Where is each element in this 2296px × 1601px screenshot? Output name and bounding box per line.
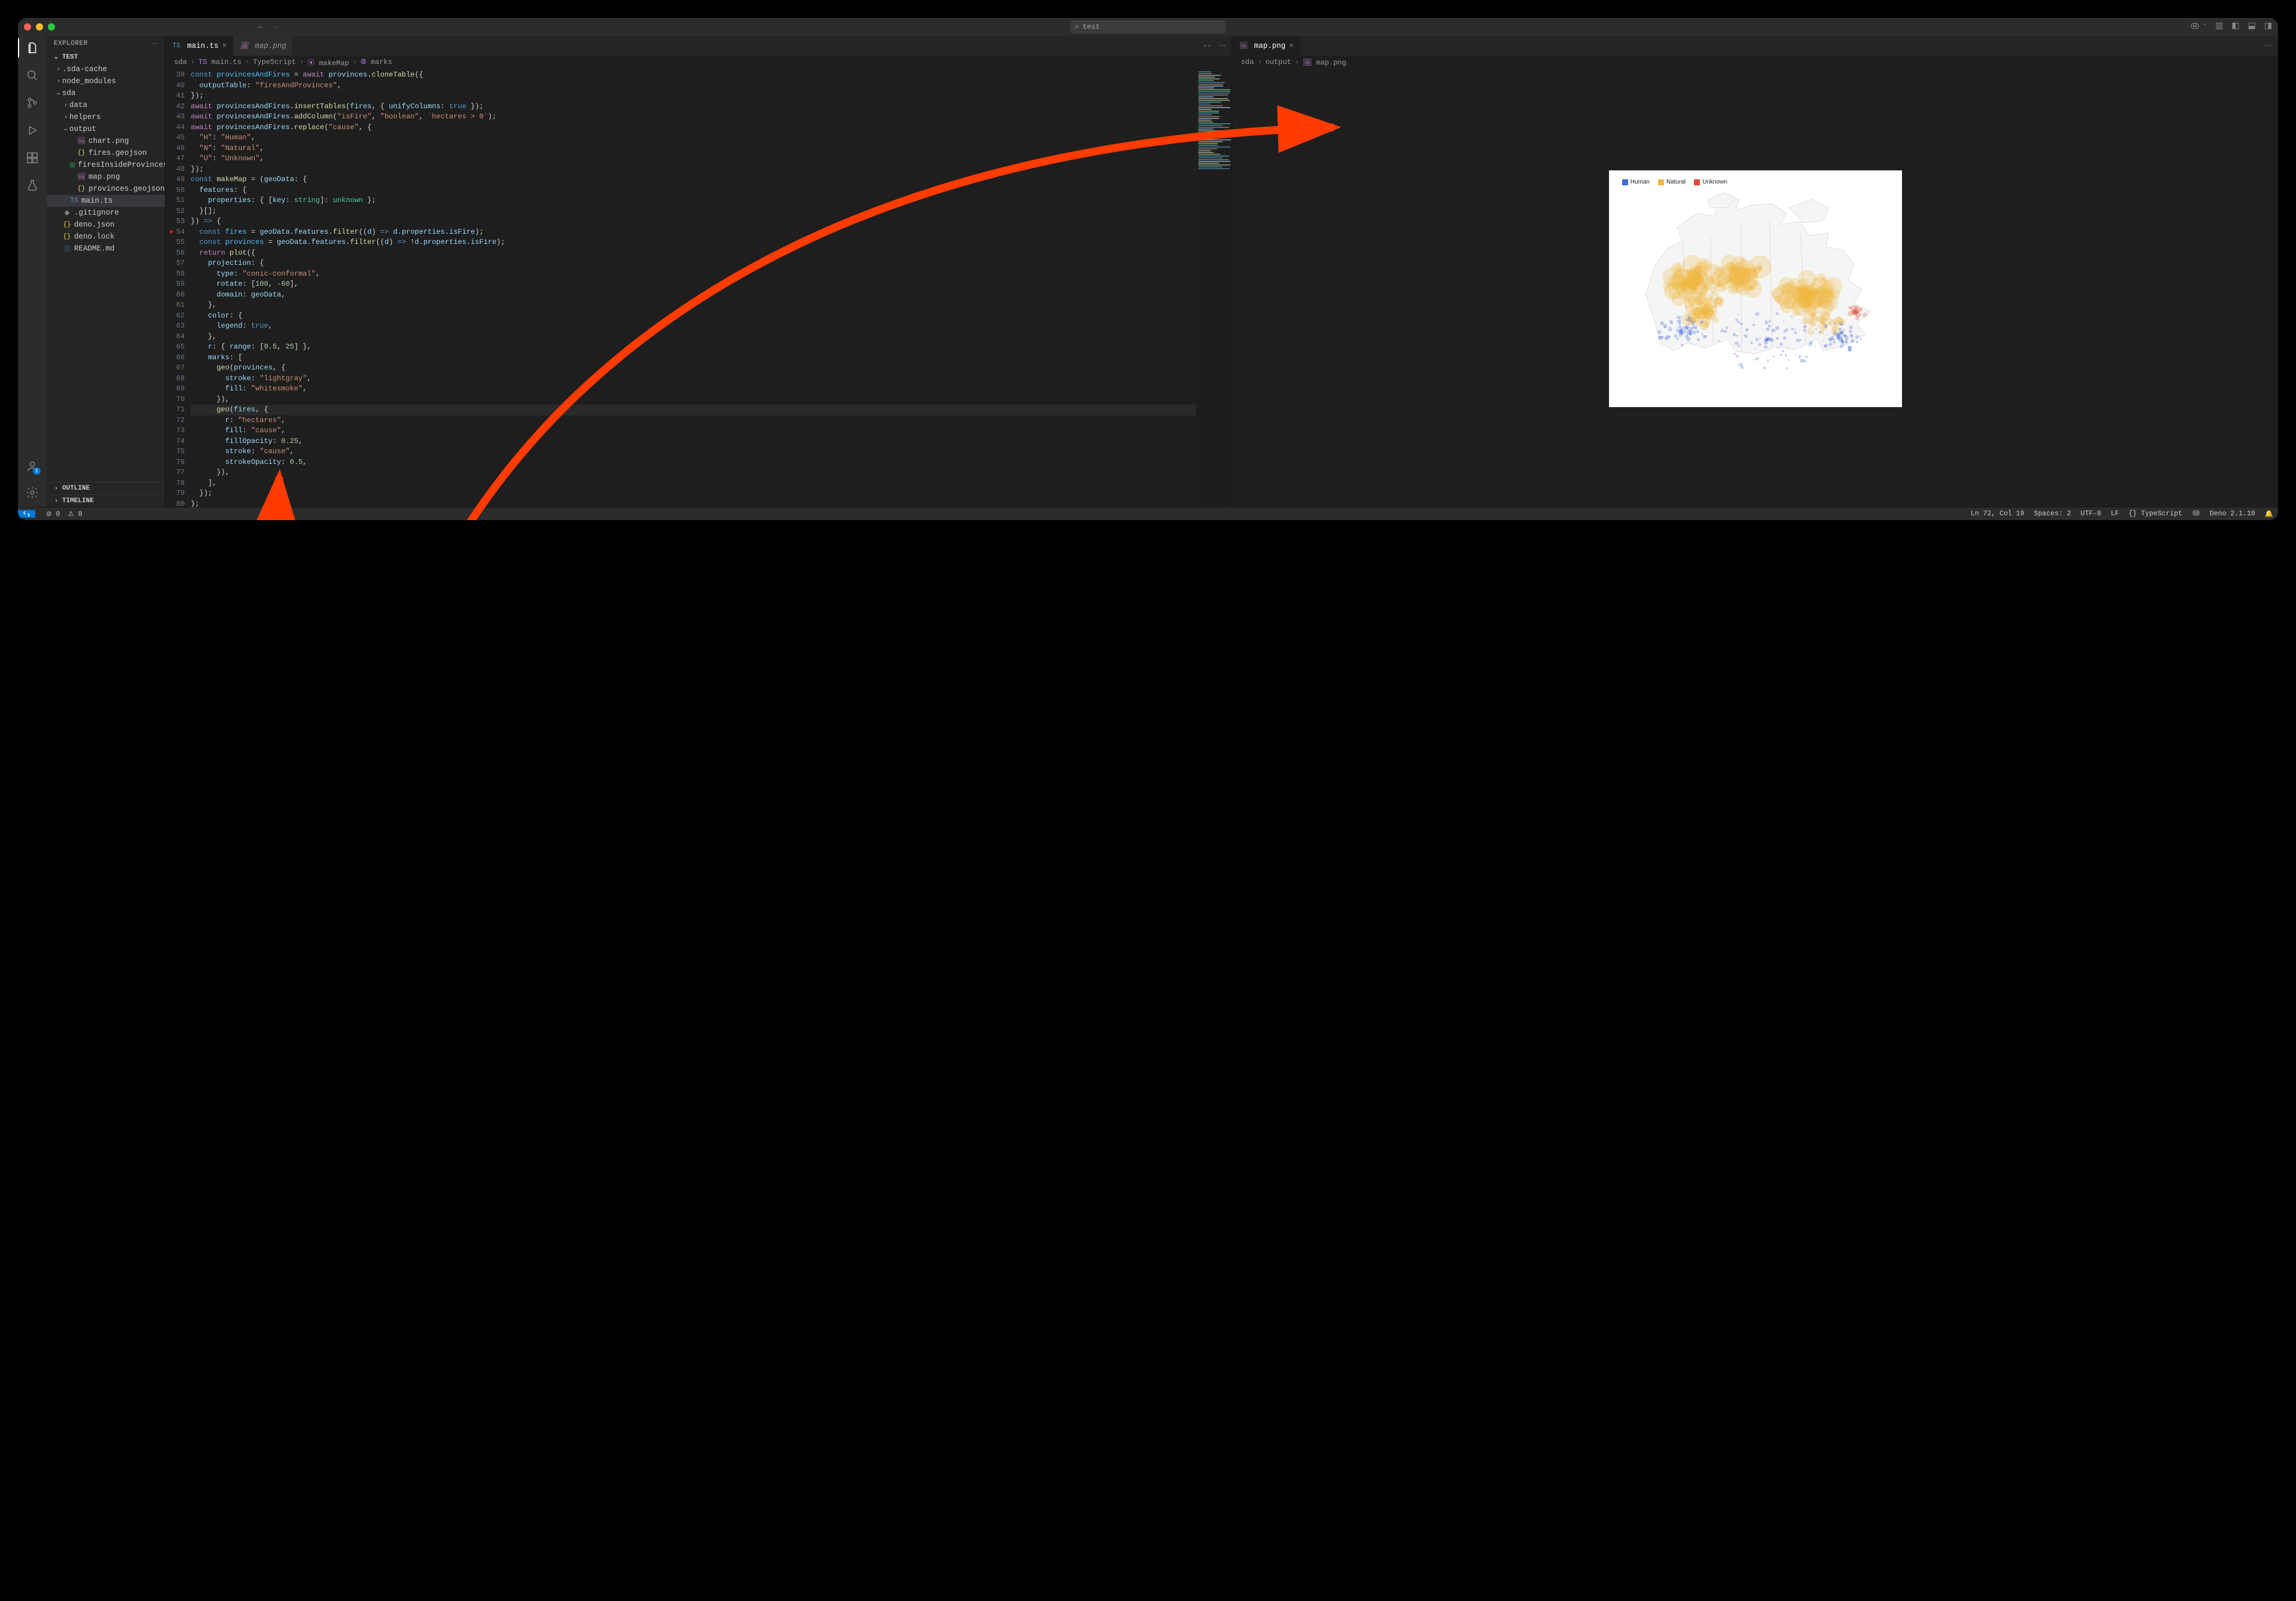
problems-indicator[interactable]: ⊘ 0 ⚠ 0 <box>46 509 82 518</box>
breadcrumbs-left[interactable]: sda›TS main.ts›TypeScript›⦿ makeMap›⦾ ma… <box>166 56 1232 69</box>
editor-tab[interactable]: 🖼map.png <box>233 36 293 56</box>
file-row[interactable]: {}deno.lock <box>47 231 165 243</box>
folder-row[interactable]: ›node_modules <box>47 75 165 87</box>
nav-back-icon[interactable]: ← <box>258 22 263 32</box>
layout-sidebar-left-icon[interactable]: ◧ <box>2231 21 2239 33</box>
breadcrumbs-right[interactable]: sda›output›🖼 map.png <box>1232 56 2278 69</box>
file-row[interactable]: {}deno.json <box>47 219 165 231</box>
activity-bar: 1 <box>18 36 47 507</box>
breadcrumb-item[interactable]: ⦿ makeMap <box>307 57 349 68</box>
copilot-icon[interactable] <box>2190 21 2200 33</box>
breadcrumb-item[interactable]: TS main.ts <box>199 58 242 66</box>
indentation[interactable]: Spaces: 2 <box>2034 510 2071 518</box>
outline-section[interactable]: ›OUTLINE <box>47 482 165 494</box>
explorer-icon[interactable] <box>25 41 39 55</box>
file-row[interactable]: 🖼map.png <box>47 171 165 183</box>
explorer-sidebar: EXPLORER ⋯ ⌄TEST ›.sda-cache›node_module… <box>47 36 165 507</box>
map-legend: Human Natural Unknown <box>1622 179 1727 185</box>
cursor-position[interactable]: Ln 72, Col 19 <box>1971 510 2025 518</box>
explorer-title: EXPLORER <box>54 40 88 47</box>
split-editor-icon[interactable]: ▫▫ <box>1203 42 1211 50</box>
maximize-window-icon[interactable] <box>48 23 55 30</box>
close-window-icon[interactable] <box>24 23 31 30</box>
more-actions-icon[interactable]: ⋯ <box>1219 41 1226 50</box>
title-bar: ← → ⌕ test ⌄ ▥ ◧ ⬓ ◨ <box>18 18 2278 36</box>
layout-bottom-icon[interactable]: ⬓ <box>2248 21 2256 33</box>
file-row[interactable]: ⓘREADME.md <box>47 243 165 255</box>
tab-bar-left: TSmain.ts×🖼map.png ▫▫ ⋯ <box>166 36 1232 56</box>
project-header[interactable]: ⌄TEST <box>47 51 165 63</box>
timeline-section[interactable]: ›TIMELINE <box>47 494 165 507</box>
folder-row[interactable]: ›data <box>47 99 165 111</box>
editor-area: TSmain.ts×🖼map.png ▫▫ ⋯ sda›TS main.ts›T… <box>165 36 2278 507</box>
editor-tab[interactable]: TSmain.ts× <box>166 36 233 56</box>
code-content[interactable]: const provincesAndFires = await province… <box>191 69 1196 507</box>
editor-group-right: 🖼map.png× ⋯ sda›output›🖼 map.png Human Nat… <box>1232 36 2278 507</box>
search-icon: ⌕ <box>1075 23 1079 31</box>
extensions-icon[interactable] <box>25 151 39 165</box>
search-text: test <box>1083 23 1100 31</box>
close-tab-icon[interactable]: × <box>1289 41 1294 50</box>
remote-indicator[interactable] <box>18 510 35 518</box>
file-row[interactable]: TSmain.ts <box>47 195 165 207</box>
file-row[interactable]: ▦firesInsideProvinces.csv <box>47 159 165 171</box>
folder-row[interactable]: ›helpers <box>47 111 165 123</box>
minimap[interactable] <box>1196 69 1232 507</box>
code-editor[interactable]: 394041424344454647484950515253●545556575… <box>166 69 1232 507</box>
image-preview-pane: Human Natural Unknown <box>1232 69 2278 507</box>
eol[interactable]: LF <box>2111 510 2119 518</box>
file-row[interactable]: ◆.gitignore <box>47 207 165 219</box>
editor-group-left: TSmain.ts×🖼map.png ▫▫ ⋯ sda›TS main.ts›T… <box>165 36 1232 507</box>
folder-row[interactable]: ›.sda-cache <box>47 63 165 75</box>
more-actions-icon[interactable]: ⋯ <box>2265 41 2272 50</box>
dropdown-icon[interactable]: ⌄ <box>2203 21 2208 33</box>
language-mode[interactable]: {} TypeScript <box>2129 510 2182 518</box>
file-row[interactable]: {}provinces.geojson <box>47 183 165 195</box>
breadcrumb-item[interactable]: 🖼 map.png <box>1303 58 1347 67</box>
editor-tab[interactable]: 🖼map.png× <box>1232 36 1300 56</box>
file-tree[interactable]: ›.sda-cache›node_modules⌄sda›data›helper… <box>47 63 165 482</box>
breadcrumb-item[interactable]: TypeScript <box>253 58 296 66</box>
file-row[interactable]: {}fires.geojson <box>47 147 165 159</box>
search-icon[interactable] <box>25 68 39 83</box>
tab-bar-right: 🖼map.png× ⋯ <box>1232 36 2278 56</box>
notifications-icon[interactable]: 🔔 <box>2265 509 2273 518</box>
copilot-status-icon[interactable] <box>2192 509 2200 519</box>
folder-row[interactable]: ⌄sda <box>47 87 165 99</box>
minimize-window-icon[interactable] <box>36 23 43 30</box>
line-gutter: 394041424344454647484950515253●545556575… <box>166 69 191 507</box>
legend-item: Natural <box>1658 179 1686 185</box>
run-debug-icon[interactable] <box>25 123 39 138</box>
breadcrumb-item[interactable]: sda <box>174 58 187 66</box>
source-control-icon[interactable] <box>25 96 39 110</box>
window-controls <box>24 23 55 30</box>
legend-item: Human <box>1622 179 1650 185</box>
map-svg <box>1619 182 1892 390</box>
encoding[interactable]: UTF-8 <box>2081 510 2102 518</box>
runtime-version[interactable]: Deno 2.1.10 <box>2210 510 2255 518</box>
explorer-more-icon[interactable]: ⋯ <box>151 39 158 48</box>
window-frame: ← → ⌕ test ⌄ ▥ ◧ ⬓ ◨ 1 <box>18 18 2278 520</box>
testing-icon[interactable] <box>25 178 39 193</box>
breadcrumb-item[interactable]: sda <box>1241 58 1254 66</box>
command-center-search[interactable]: ⌕ test <box>1070 20 1226 33</box>
breadcrumb-item[interactable]: ⦾ marks <box>361 58 392 66</box>
map-image: Human Natural Unknown <box>1609 170 1902 407</box>
status-bar: ⊘ 0 ⚠ 0 Ln 72, Col 19 Spaces: 2 UTF-8 LF… <box>18 507 2278 520</box>
close-tab-icon[interactable]: × <box>222 41 227 50</box>
legend-item: Unknown <box>1694 179 1727 185</box>
breadcrumb-item[interactable]: output <box>1265 58 1291 66</box>
file-row[interactable]: 🖼chart.png <box>47 135 165 147</box>
settings-gear-icon[interactable] <box>25 485 39 500</box>
folder-row[interactable]: ⌄output <box>47 123 165 135</box>
nav-forward-icon[interactable]: → <box>273 22 277 32</box>
layout-sidebar-right-icon[interactable]: ◨ <box>2264 21 2272 33</box>
accounts-icon[interactable]: 1 <box>25 459 39 473</box>
layout-panel-icon[interactable]: ▥ <box>2215 21 2223 33</box>
